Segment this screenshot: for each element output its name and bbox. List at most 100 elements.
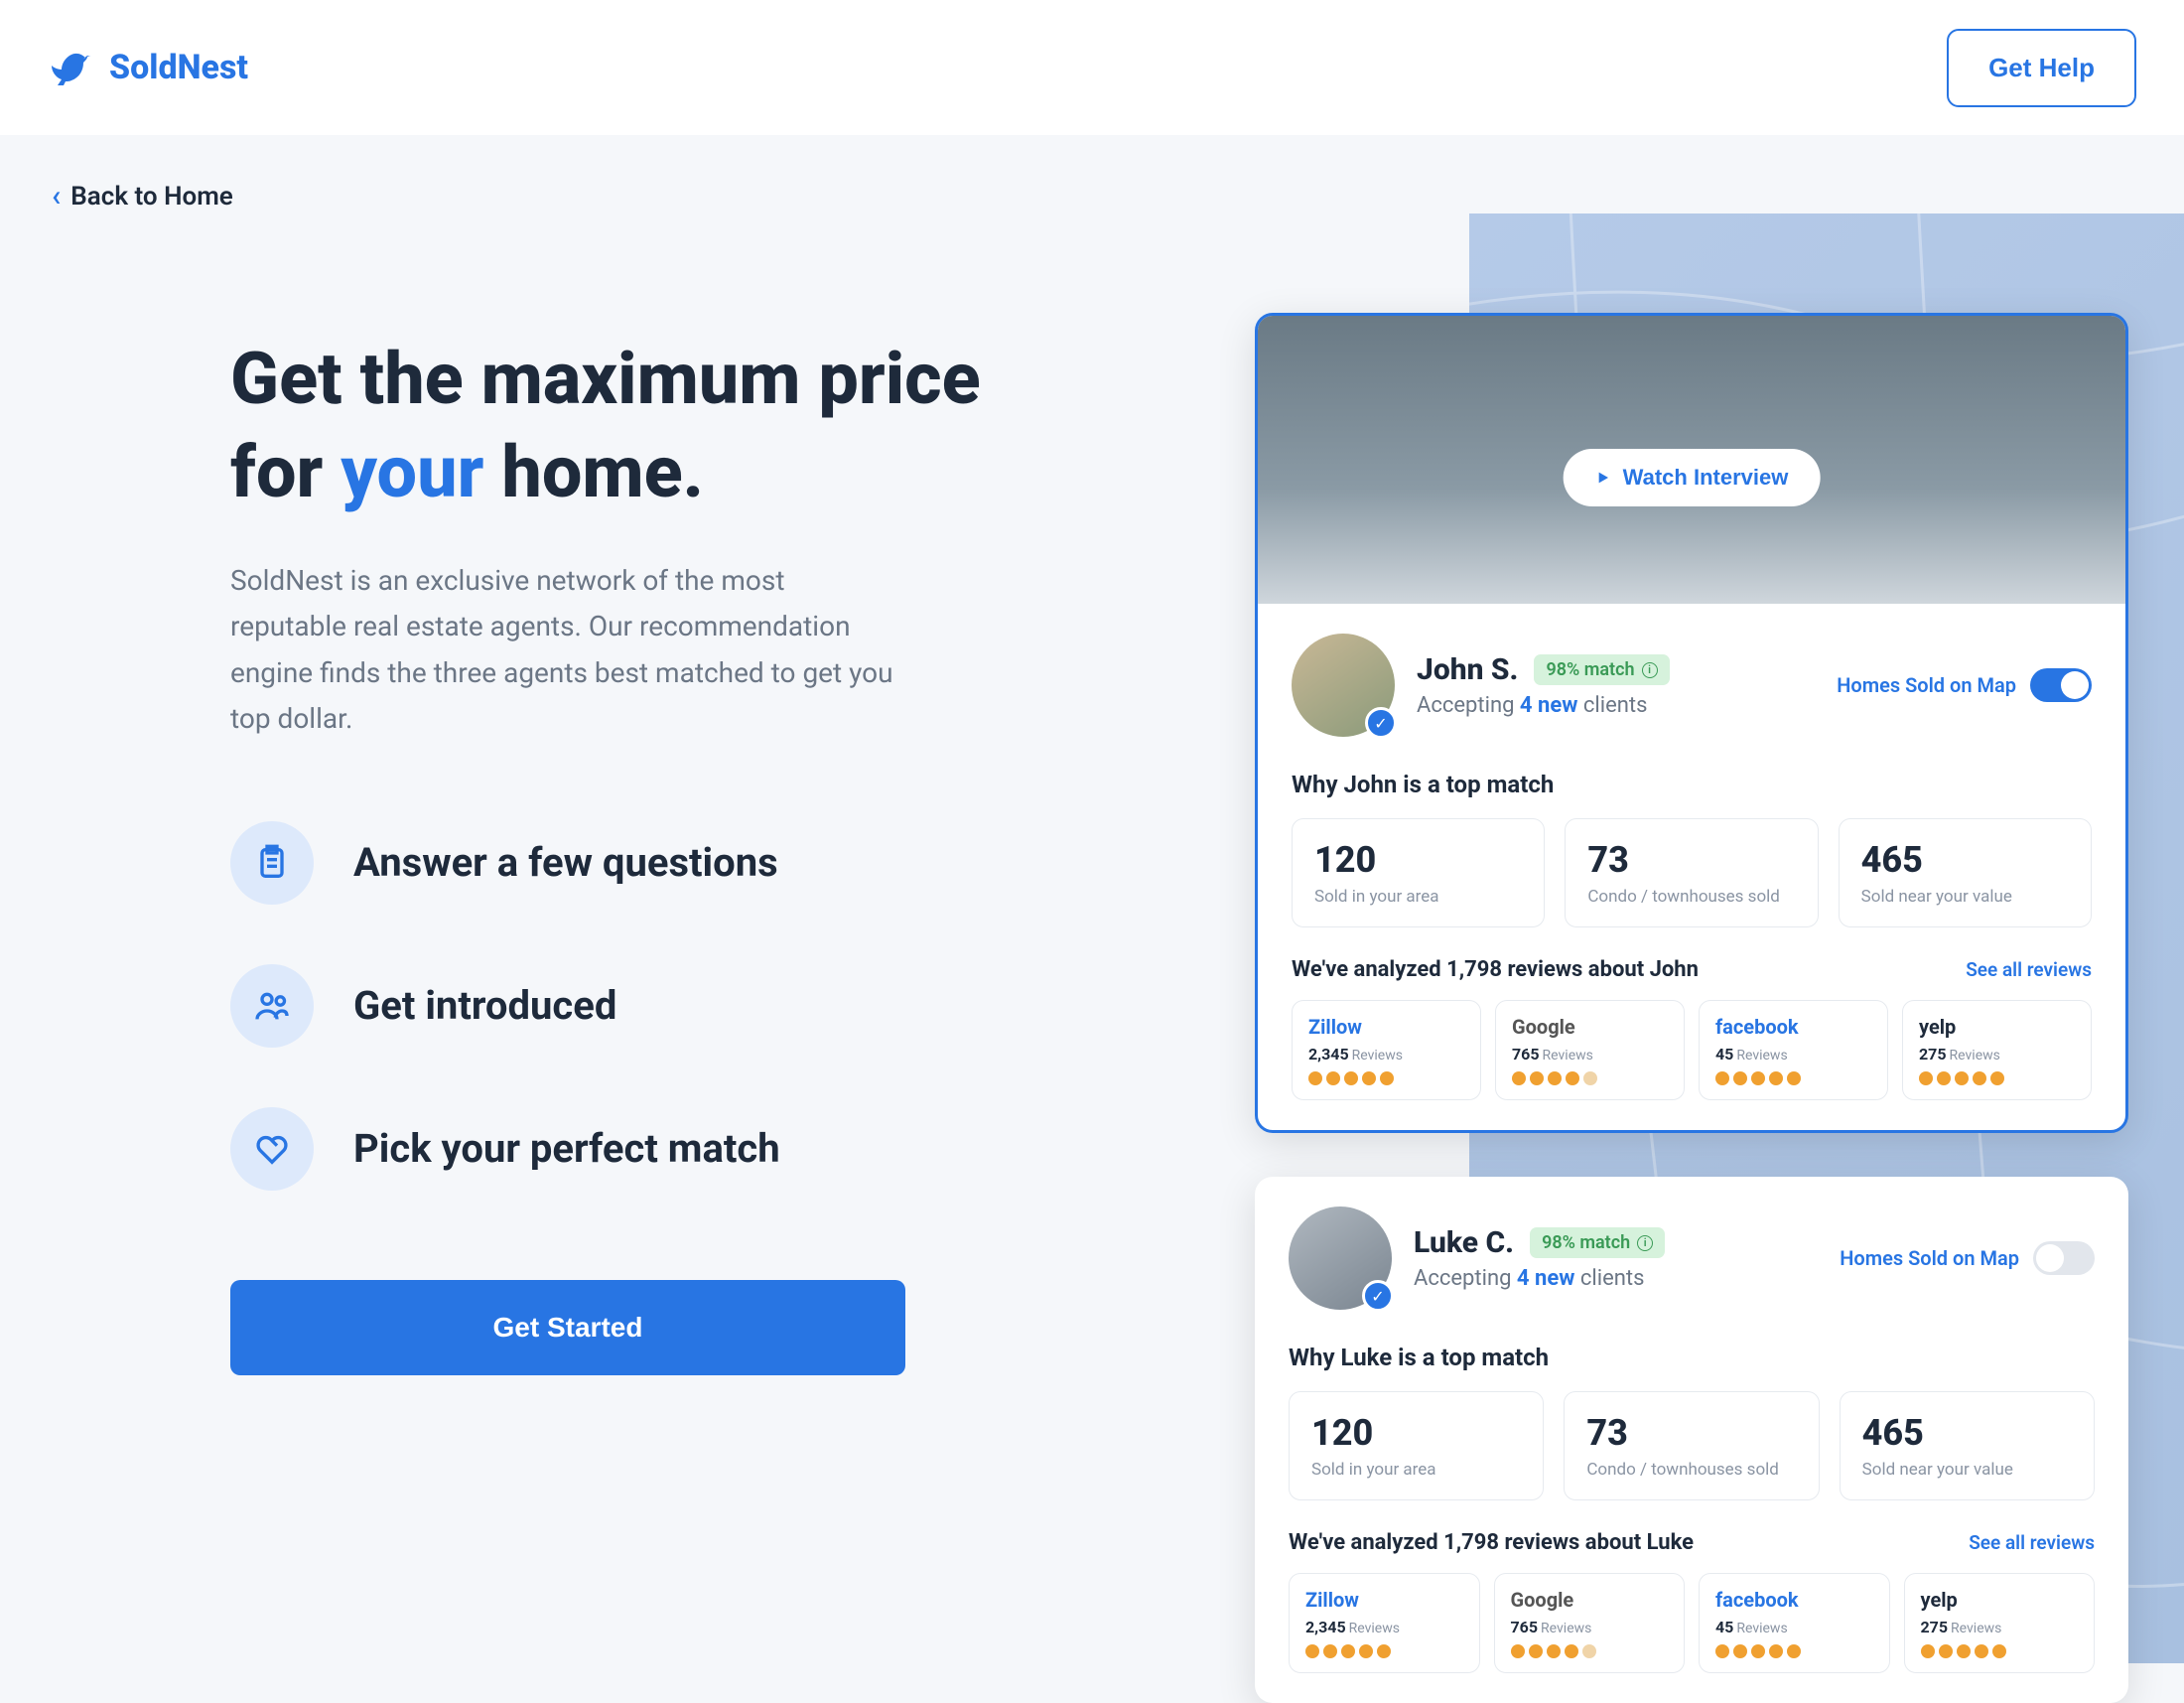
rating-dots xyxy=(1511,1644,1669,1658)
steps-list: Answer a few questions Get introduced Pi… xyxy=(230,821,993,1191)
hero-section: Get the maximum price for your home. Sol… xyxy=(0,213,1092,1375)
stat-label: Sold near your value xyxy=(1862,1460,2072,1480)
review-box: Google 765Reviews xyxy=(1495,1000,1685,1100)
map-toggle[interactable] xyxy=(2030,668,2092,702)
stat-box: 120 Sold in your area xyxy=(1292,818,1545,927)
match-badge: 98% match i xyxy=(1530,1227,1665,1258)
accepting-text: Accepting 4 new clients xyxy=(1414,1266,1818,1291)
stat-grid: 120 Sold in your area 73 Condo / townhou… xyxy=(1289,1391,2095,1500)
match-text: 98% match xyxy=(1546,659,1634,680)
stat-value: 465 xyxy=(1862,1412,2072,1454)
review-count: 275Reviews xyxy=(1921,1618,2079,1636)
stat-value: 465 xyxy=(1861,839,2069,881)
info-icon[interactable]: i xyxy=(1637,1235,1653,1251)
review-source: yelp xyxy=(1921,1588,2079,1612)
header: SoldNest Get Help xyxy=(0,0,2184,135)
review-count: 765Reviews xyxy=(1511,1618,1669,1636)
agent-card: ✓ Luke C. 98% match i Accepting 4 new cl… xyxy=(1255,1177,2128,1703)
see-all-reviews-link[interactable]: See all reviews xyxy=(1969,1531,2095,1554)
watch-interview-label: Watch Interview xyxy=(1623,465,1789,491)
review-count: 2,345Reviews xyxy=(1308,1045,1464,1064)
headline-post: home. xyxy=(483,430,704,514)
agent-card: Watch Interview ✓ John S. 98% match xyxy=(1255,313,2128,1133)
see-all-reviews-link[interactable]: See all reviews xyxy=(1966,958,2092,981)
agent-hero-image: Watch Interview xyxy=(1258,316,2125,604)
headline-accent: your xyxy=(341,430,483,514)
review-source: Google xyxy=(1511,1588,1669,1612)
stat-value: 73 xyxy=(1586,1412,1796,1454)
stat-grid: 120 Sold in your area 73 Condo / townhou… xyxy=(1292,818,2092,927)
step-label: Pick your perfect match xyxy=(353,1125,780,1172)
rating-dots xyxy=(1715,1071,1871,1085)
review-box: yelp 275Reviews xyxy=(1902,1000,2092,1100)
review-source: facebook xyxy=(1715,1015,1871,1039)
review-box: facebook 45Reviews xyxy=(1699,1573,1890,1673)
subtext: SoldNest is an exclusive network of the … xyxy=(230,558,905,742)
review-box: yelp 275Reviews xyxy=(1904,1573,2096,1673)
back-link-label: Back to Home xyxy=(70,182,233,212)
avatar: ✓ xyxy=(1289,1206,1392,1310)
review-grid: Zillow 2,345Reviews Google 765Reviews facebo… xyxy=(1289,1573,2095,1673)
stat-box: 465 Sold near your value xyxy=(1840,1391,2095,1500)
step-item: Answer a few questions xyxy=(230,821,993,905)
stat-value: 120 xyxy=(1311,1412,1521,1454)
play-icon xyxy=(1595,470,1611,486)
watch-interview-button[interactable]: Watch Interview xyxy=(1564,449,1821,506)
avatar: ✓ xyxy=(1292,634,1395,737)
review-source: yelp xyxy=(1919,1015,2075,1039)
review-count: 45Reviews xyxy=(1715,1618,1873,1636)
review-count: 275Reviews xyxy=(1919,1045,2075,1064)
map-toggle-label: Homes Sold on Map xyxy=(1837,673,2016,697)
verified-badge-icon: ✓ xyxy=(1365,707,1397,739)
clipboard-icon xyxy=(230,821,314,905)
review-source: facebook xyxy=(1715,1588,1873,1612)
stat-box: 73 Condo / townhouses sold xyxy=(1565,818,1818,927)
agent-cards: Watch Interview ✓ John S. 98% match xyxy=(1255,313,2128,1703)
review-source: Zillow xyxy=(1305,1588,1463,1612)
info-icon[interactable]: i xyxy=(1642,662,1658,678)
review-count: 765Reviews xyxy=(1512,1045,1668,1064)
get-help-button[interactable]: Get Help xyxy=(1947,29,2136,107)
brand-name: SoldNest xyxy=(109,48,248,87)
reviews-analyzed-title: We've analyzed 1,798 reviews about John xyxy=(1292,957,1699,982)
reviews-analyzed-title: We've analyzed 1,798 reviews about Luke xyxy=(1289,1530,1694,1555)
heart-handshake-icon xyxy=(230,1107,314,1191)
get-started-button[interactable]: Get Started xyxy=(230,1280,905,1375)
stat-label: Condo / townhouses sold xyxy=(1587,887,1795,907)
map-toggle-label: Homes Sold on Map xyxy=(1840,1246,2019,1270)
review-box: Zillow 2,345Reviews xyxy=(1292,1000,1481,1100)
review-box: Google 765Reviews xyxy=(1494,1573,1686,1673)
why-match-title: Why Luke is a top match xyxy=(1289,1344,2095,1371)
stat-value: 73 xyxy=(1587,839,1795,881)
step-item: Pick your perfect match xyxy=(230,1107,993,1191)
map-toggle[interactable] xyxy=(2033,1241,2095,1275)
rating-dots xyxy=(1305,1644,1463,1658)
stat-box: 120 Sold in your area xyxy=(1289,1391,1544,1500)
rating-dots xyxy=(1512,1071,1668,1085)
match-text: 98% match xyxy=(1542,1232,1630,1253)
logo[interactable]: SoldNest xyxy=(48,44,248,91)
review-count: 2,345Reviews xyxy=(1305,1618,1463,1636)
stat-label: Condo / townhouses sold xyxy=(1586,1460,1796,1480)
step-label: Answer a few questions xyxy=(353,839,778,886)
rating-dots xyxy=(1919,1071,2075,1085)
review-box: Zillow 2,345Reviews xyxy=(1289,1573,1480,1673)
why-match-title: Why John is a top match xyxy=(1292,771,2092,798)
people-icon xyxy=(230,964,314,1048)
review-count: 45Reviews xyxy=(1715,1045,1871,1064)
review-source: Google xyxy=(1512,1015,1668,1039)
review-box: facebook 45Reviews xyxy=(1699,1000,1888,1100)
stat-box: 465 Sold near your value xyxy=(1839,818,2092,927)
rating-dots xyxy=(1308,1071,1464,1085)
match-badge: 98% match i xyxy=(1534,654,1669,685)
back-to-home-link[interactable]: ‹ Back to Home xyxy=(0,135,2184,213)
chevron-left-icon: ‹ xyxy=(52,179,61,213)
rating-dots xyxy=(1715,1644,1873,1658)
agent-name: Luke C. xyxy=(1414,1225,1514,1260)
accepting-text: Accepting 4 new clients xyxy=(1417,693,1815,718)
verified-badge-icon: ✓ xyxy=(1362,1280,1394,1312)
step-item: Get introduced xyxy=(230,964,993,1048)
review-source: Zillow xyxy=(1308,1015,1464,1039)
step-label: Get introduced xyxy=(353,982,616,1029)
review-grid: Zillow 2,345Reviews Google 765Reviews facebo… xyxy=(1292,1000,2092,1100)
